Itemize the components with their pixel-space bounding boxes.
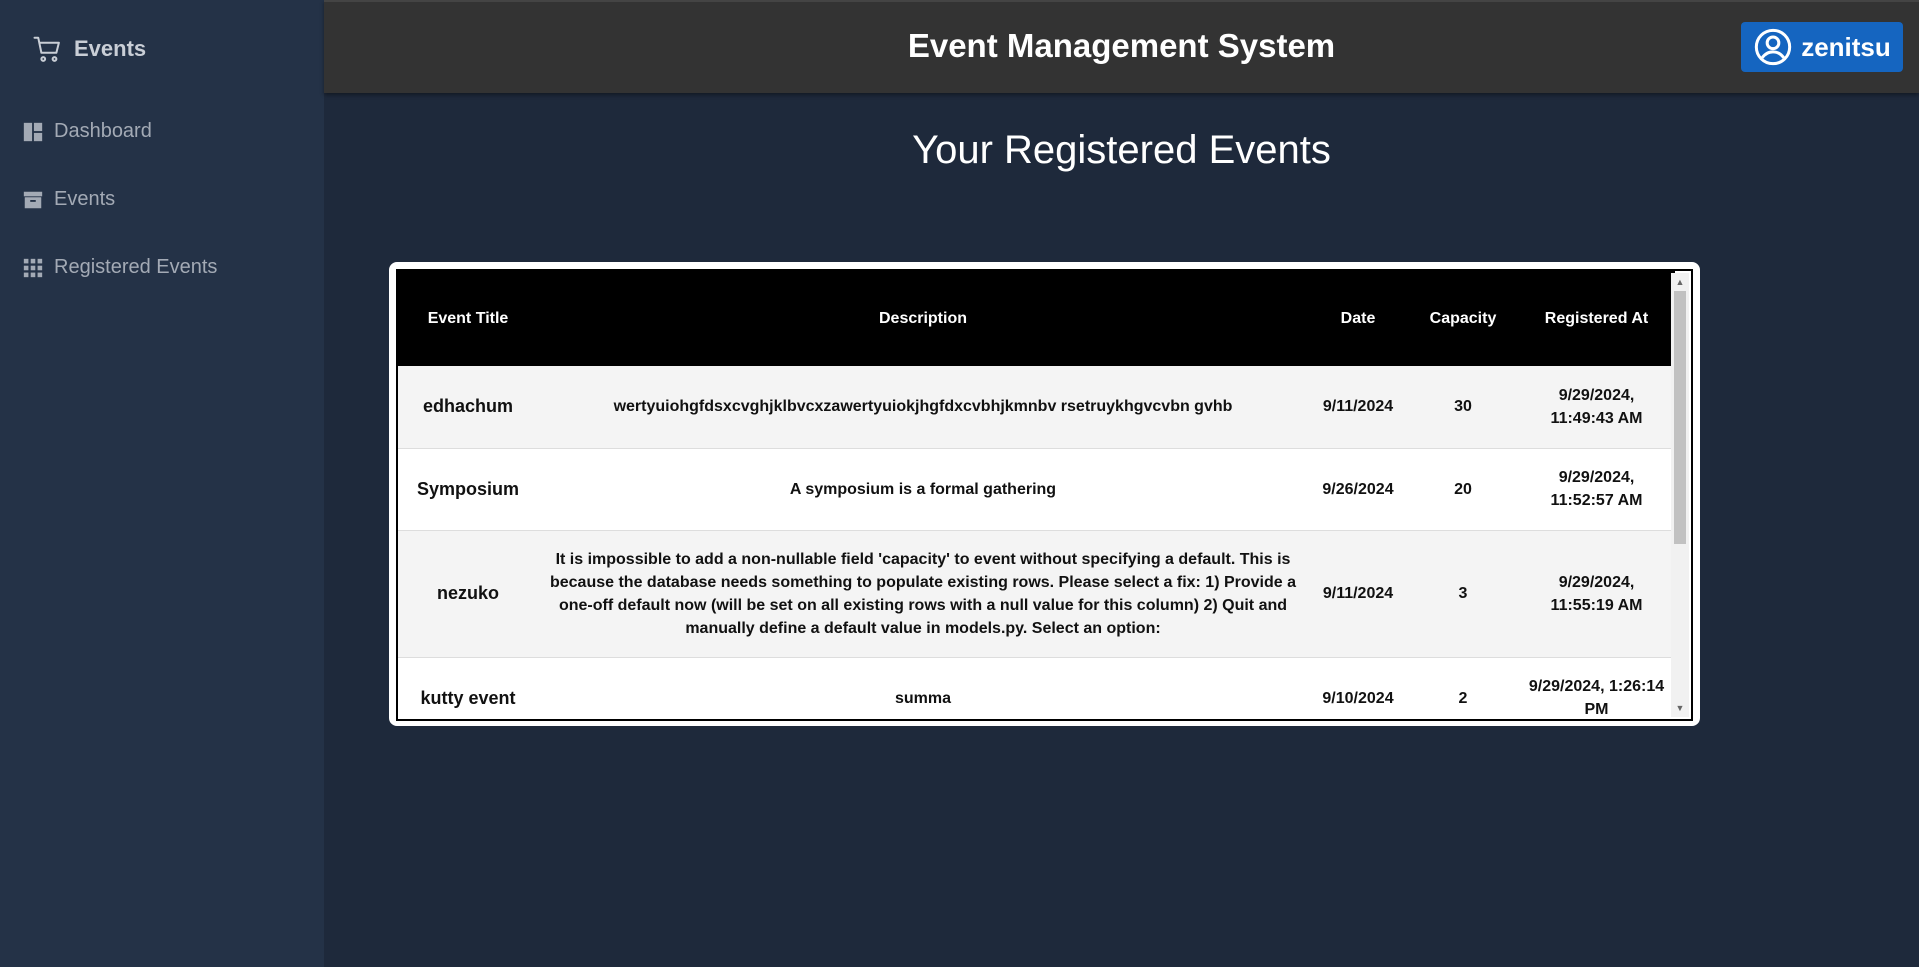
- archive-icon: [23, 191, 43, 208]
- cell-event-title: kutty event: [398, 657, 538, 719]
- cell-date: 9/26/2024: [1308, 448, 1408, 531]
- scrollbar-thumb[interactable]: [1674, 291, 1686, 544]
- cell-capacity: 20: [1408, 448, 1518, 531]
- dashboard-icon: [23, 122, 43, 141]
- scroll-up-arrow-icon[interactable]: ▲: [1671, 273, 1689, 291]
- cell-description: wertyuiohgfdsxcvghjklbvcxzawertyuiokjhgf…: [538, 366, 1308, 449]
- sidebar-item-dashboard[interactable]: Dashboard: [22, 120, 152, 143]
- cell-registered-at: 9/29/2024, 11:55:19 AM: [1518, 530, 1675, 658]
- column-header-date: Date: [1340, 310, 1376, 327]
- column-header-capacity: Capacity: [1429, 310, 1497, 327]
- cell-capacity: 30: [1408, 366, 1518, 449]
- cell-capacity: 3: [1408, 530, 1518, 658]
- sidebar-item-label: Events: [54, 188, 116, 210]
- cell-date: 9/11/2024: [1308, 366, 1408, 449]
- cell-description: summa: [538, 657, 1308, 719]
- column-header-registered-at: Registered At: [1544, 310, 1649, 327]
- cell-registered-at: 9/29/2024, 11:49:43 AM: [1518, 366, 1675, 449]
- cell-event-title: Symposium: [398, 448, 538, 531]
- grid-icon: [23, 258, 43, 277]
- sidebar-item-label: Dashboard: [54, 120, 152, 142]
- table-scrollbar[interactable]: ▲ ▼: [1671, 273, 1689, 717]
- events-table-card: Event Title Description Date Capacity Re…: [389, 262, 1700, 726]
- scroll-down-arrow-icon[interactable]: ▼: [1671, 699, 1689, 717]
- column-header-description: Description: [878, 310, 967, 327]
- events-table: Event Title Description Date Capacity Re…: [398, 271, 1675, 719]
- cell-registered-at: 9/29/2024, 11:52:57 AM: [1518, 448, 1675, 531]
- cell-date: 9/10/2024: [1308, 657, 1408, 719]
- cell-description: A symposium is a formal gathering: [538, 448, 1308, 531]
- cell-event-title: edhachum: [398, 366, 538, 449]
- table-header-row: Event Title Description Date Capacity Re…: [398, 271, 1675, 366]
- cell-event-title: nezuko: [398, 530, 538, 658]
- page-heading: Your Registered Events: [912, 128, 1331, 172]
- sidebar-item-label: Registered Events: [54, 256, 218, 278]
- table-row: kutty event summa 9/10/2024 2 9/29/2024,…: [398, 657, 1675, 719]
- app-title: Event Management System: [907, 27, 1336, 64]
- table-row: edhachum wertyuiohgfdsxcvghjklbvcxzawert…: [398, 366, 1675, 449]
- sidebar-item-registered-events[interactable]: Registered Events: [22, 256, 217, 279]
- sidebar-item-events[interactable]: Events: [22, 188, 115, 211]
- sidebar-brand[interactable]: Events: [32, 34, 146, 64]
- topbar: Event Management System zenitsu: [324, 0, 1919, 93]
- shopping-cart-icon: [33, 36, 60, 62]
- cell-description: It is impossible to add a non-nullable f…: [538, 530, 1308, 658]
- sidebar-brand-label: Events: [74, 36, 147, 61]
- events-table-container[interactable]: Event Title Description Date Capacity Re…: [396, 269, 1693, 721]
- user-name: zenitsu: [1801, 31, 1891, 62]
- sidebar: Events Dashboard Events Registered Event…: [0, 0, 324, 967]
- cell-date: 9/11/2024: [1308, 530, 1408, 658]
- table-row: Symposium A symposium is a formal gather…: [398, 448, 1675, 531]
- table-row: nezuko It is impossible to add a non-nul…: [398, 530, 1675, 658]
- cell-capacity: 2: [1408, 657, 1518, 719]
- user-avatar-icon: [1755, 28, 1792, 66]
- user-menu-button[interactable]: zenitsu: [1741, 22, 1903, 72]
- column-header-event-title: Event Title: [427, 310, 509, 327]
- cell-registered-at: 9/29/2024, 1:26:14 PM: [1518, 657, 1675, 719]
